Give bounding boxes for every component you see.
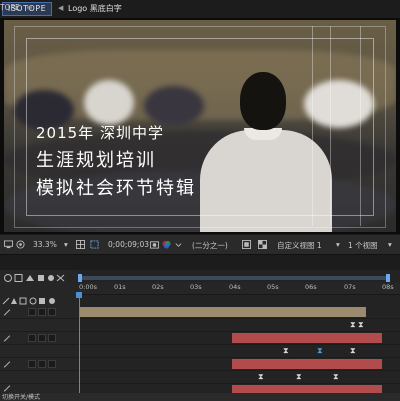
ruler-label: 05s [267, 283, 279, 291]
viewer-toolbar: 33.3% ▾ 0;00;09;03 (二分之一) 自定义视图 1 ▾ 1 个视… [0, 234, 400, 255]
color-channel-icon[interactable] [162, 240, 171, 249]
breadcrumb-composition[interactable]: Logo 黑底白字 [68, 3, 122, 14]
zoom-dropdown-icon[interactable]: ▾ [64, 240, 68, 249]
views-count-select[interactable]: 1 个视图 [348, 240, 378, 251]
overlay-text-line3: 模拟社会环节特辑 [36, 178, 196, 199]
ruler-label: 01s [114, 283, 126, 291]
layer-bar[interactable] [232, 359, 382, 369]
view-dropdown-icon[interactable]: ▾ [336, 240, 340, 249]
layer-pen-icon [3, 335, 11, 342]
ruler-label: 04s [229, 283, 241, 291]
current-timecode[interactable]: 0;00;09;03 [108, 240, 149, 249]
ruler-label: 0:00s [79, 283, 97, 291]
switch-box[interactable] [48, 308, 56, 316]
person-head [240, 72, 286, 130]
switch-box[interactable] [48, 360, 56, 368]
guide-line [330, 26, 331, 226]
crowd-blob [84, 80, 134, 125]
layer-bar[interactable] [80, 307, 366, 317]
panel-menu-icon[interactable]: ≡ [26, 2, 36, 14]
ruler-label: 03s [190, 283, 202, 291]
fast-preview-icon[interactable] [242, 240, 251, 249]
keyframe-selected-icon[interactable]: ⧗ [317, 347, 323, 355]
switch-box[interactable] [38, 334, 46, 342]
mask-icon[interactable] [16, 240, 25, 249]
layer-row[interactable]: ⧗ ⧗ [0, 319, 400, 332]
layer-pen-icon [3, 309, 11, 316]
layer-row[interactable] [0, 358, 400, 371]
guide-line [360, 26, 361, 226]
timeline-tab-bar [0, 254, 400, 271]
layer-row[interactable]: ⧗ ⧗ ⧗ [0, 371, 400, 384]
grid-icon[interactable] [76, 240, 85, 249]
switch-box[interactable] [38, 360, 46, 368]
channel-dropdown-icon[interactable] [174, 240, 183, 249]
keyframe-icon[interactable]: ⧗ [358, 321, 364, 329]
current-time-handle[interactable] [76, 292, 82, 298]
layer-row[interactable]: ⧗ ⧗ ⧗ [0, 345, 400, 358]
ruler-label: 07s [344, 283, 356, 291]
layer-bar[interactable] [232, 385, 382, 393]
layer-pen-icon [3, 385, 11, 392]
composition-viewer[interactable]: 2015年 深圳中学 生涯规划培训 模拟社会环节特辑 [0, 18, 400, 234]
view-select[interactable]: 自定义视图 1 [277, 240, 322, 251]
timeline-switch-icons[interactable] [4, 273, 74, 283]
work-area-start-handle[interactable] [78, 274, 82, 282]
crowd-blob [144, 86, 204, 126]
switch-box[interactable] [28, 334, 36, 342]
overlay-text-line1: 2015年 深圳中学 [36, 124, 164, 142]
layer-row[interactable] [0, 332, 400, 345]
switch-box[interactable] [28, 360, 36, 368]
layer-pen-icon [3, 361, 11, 368]
keyframe-icon[interactable]: ⧗ [296, 373, 302, 381]
breadcrumb-arrow-icon[interactable]: ◀ [58, 4, 63, 12]
layer-column-icons[interactable] [2, 296, 78, 306]
switch-box[interactable] [48, 334, 56, 342]
layer-bar[interactable] [232, 333, 382, 343]
snapshot-icon[interactable] [150, 240, 159, 249]
zoom-level[interactable]: 33.3% [33, 240, 57, 249]
monitor-icon[interactable] [4, 240, 13, 249]
crowd-blob [304, 80, 374, 128]
transparency-grid-icon[interactable] [258, 240, 267, 249]
resolution-select[interactable]: (二分之一) [192, 240, 228, 251]
timeline-tab[interactable]: TOPE [0, 2, 24, 14]
ruler-label: 08s [382, 283, 394, 291]
timeline-footer: 切换开关/模式 [0, 393, 400, 401]
switch-box[interactable] [38, 308, 46, 316]
views-dropdown-icon[interactable]: ▾ [388, 240, 392, 249]
guide-line [312, 26, 313, 226]
ruler-label: 02s [152, 283, 164, 291]
region-icon[interactable] [90, 240, 99, 249]
keyframe-icon[interactable]: ⧗ [350, 347, 356, 355]
work-area-bar[interactable] [80, 276, 390, 280]
overlay-text-line2: 生涯规划培训 [36, 150, 156, 171]
work-area-end-handle[interactable] [386, 274, 390, 282]
switch-box[interactable] [28, 308, 36, 316]
ruler-label: 06s [305, 283, 317, 291]
current-time-indicator[interactable] [79, 292, 80, 400]
keyframe-icon[interactable]: ⧗ [333, 373, 339, 381]
keyframe-icon[interactable]: ⧗ [258, 373, 264, 381]
keyframe-icon[interactable]: ⧗ [283, 347, 289, 355]
keyframe-icon[interactable]: ⧗ [350, 321, 356, 329]
layer-row[interactable] [0, 306, 400, 319]
